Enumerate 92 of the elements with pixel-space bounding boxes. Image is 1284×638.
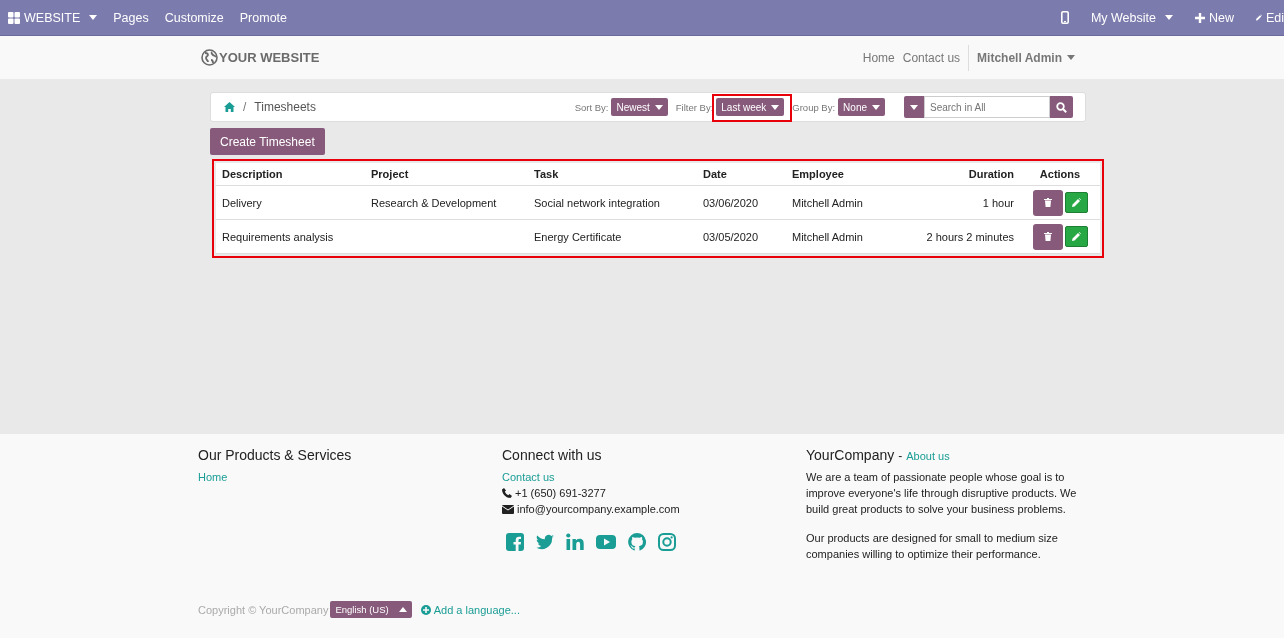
add-language-link[interactable]: Add a language...	[420, 603, 520, 616]
caret-icon	[771, 104, 780, 110]
search-field[interactable]: Search in All	[924, 96, 1050, 118]
table-cell: Energy Certificate	[528, 219, 697, 254]
user-menu[interactable]: Mitchell Admin	[968, 44, 1083, 71]
column-header: Duration	[898, 163, 1020, 186]
table-cell: Mitchell Admin	[786, 185, 898, 220]
breadcrumb-separator: /	[243, 100, 247, 114]
search-icon	[1056, 101, 1067, 113]
plus-icon	[1195, 12, 1205, 23]
footer-link[interactable]: Contact us	[502, 469, 555, 485]
mobile-phone-icon	[1060, 11, 1069, 24]
footer-text: Our products are designed for small to medium size companies willing to optimize their performance.	[806, 531, 1059, 562]
edit-button[interactable]: Edi	[1245, 0, 1284, 35]
nav-link[interactable]: Contact us	[898, 50, 965, 65]
language-selector[interactable]: English (US)	[330, 601, 412, 618]
play-icon	[596, 533, 616, 551]
trash-icon	[1043, 198, 1052, 207]
menu-link[interactable]: Promote	[231, 0, 295, 35]
table-cell: 1 hour	[898, 185, 1020, 220]
home-icon	[224, 102, 235, 112]
footer-text: We are a team of passionate people whose goal is to improve everyone's life through disruptive products. We build great products to solve your business problems.	[806, 470, 1078, 517]
column-header: Employee	[786, 163, 898, 186]
apps-icon	[8, 11, 20, 24]
trash-icon	[1043, 232, 1052, 241]
social-link[interactable]	[506, 533, 524, 551]
menu-link[interactable]: Pages	[105, 0, 157, 35]
linkedin-icon	[566, 533, 584, 551]
camera-icon	[658, 533, 676, 551]
control-label: Sort By:	[574, 101, 609, 113]
caret-icon	[872, 104, 880, 110]
search-options-button[interactable]	[904, 96, 924, 118]
social-link[interactable]	[596, 533, 616, 551]
bird-icon	[536, 533, 554, 551]
cat-icon	[628, 533, 646, 551]
footer-link[interactable]: Home	[198, 469, 228, 485]
phone-icon	[502, 488, 512, 498]
delete-button[interactable]	[1032, 223, 1063, 250]
edit-row-button[interactable]	[1064, 192, 1088, 213]
caret-icon	[1165, 15, 1173, 20]
phone-number: +1 (650) 691-3277	[515, 486, 606, 501]
footer-heading: Our Products & Services	[198, 447, 352, 463]
plus-circle-icon	[420, 604, 431, 615]
menu-link[interactable]: Customize	[156, 0, 232, 35]
email-address: info@yourcompany.example.com	[517, 502, 680, 517]
caret-icon	[654, 104, 663, 110]
caret-icon	[398, 607, 407, 612]
table-cell: Research & Development	[365, 185, 528, 220]
table-cell: Mitchell Admin	[786, 219, 898, 254]
nav-link[interactable]: Home	[858, 50, 899, 65]
dropdown-button[interactable]: None	[838, 98, 885, 116]
search-button[interactable]	[1050, 96, 1073, 118]
dropdown-button[interactable]: Newest	[611, 98, 668, 116]
caret-icon	[910, 104, 918, 110]
social-link[interactable]	[628, 533, 646, 551]
footer-link[interactable]: About us	[906, 450, 950, 462]
new-button[interactable]: New	[1184, 0, 1245, 35]
delete-button[interactable]	[1032, 189, 1063, 216]
footer-heading: Connect with us	[502, 447, 602, 463]
social-link[interactable]	[566, 533, 584, 551]
control-label: Group By:	[792, 101, 836, 113]
pencil-icon	[1256, 12, 1262, 23]
caret-icon	[89, 15, 98, 20]
social-link[interactable]	[658, 533, 676, 551]
dropdown-button[interactable]: Last week	[716, 98, 785, 116]
table-cell: 03/05/2020	[697, 219, 786, 254]
facebook-icon	[506, 533, 524, 551]
breadcrumb-item: Timesheets	[254, 100, 316, 114]
site-logo[interactable]: YOUR WEBSITE	[201, 49, 320, 66]
caret-icon	[1067, 55, 1075, 60]
column-header: Task	[528, 163, 697, 186]
column-header: Description	[216, 163, 365, 186]
table-cell: Requirements analysis	[216, 219, 365, 254]
table-cell: 03/06/2020	[697, 185, 786, 220]
copyright-text: Copyright © YourCompany	[198, 603, 329, 616]
column-header: Actions	[1020, 163, 1100, 186]
footer-heading: YourCompany	[806, 447, 895, 463]
edit-row-button[interactable]	[1064, 226, 1088, 247]
create-timesheet-button[interactable]: Create Timesheet	[210, 128, 325, 155]
pencil-icon	[1071, 198, 1081, 207]
envelope-icon	[502, 504, 514, 514]
separator-text: -	[898, 449, 903, 463]
column-header: Project	[365, 163, 528, 186]
social-link[interactable]	[536, 533, 554, 551]
globe-icon	[201, 49, 218, 66]
website-switcher[interactable]: My Website	[1079, 0, 1184, 35]
table-cell: Delivery	[216, 185, 365, 220]
apps-menu[interactable]: WEBSITE	[0, 0, 106, 35]
table-cell: 2 hours 2 minutes	[898, 219, 1020, 254]
table-cell: Social network integration	[528, 185, 697, 220]
column-header: Date	[697, 163, 786, 186]
pencil-icon	[1071, 232, 1081, 241]
